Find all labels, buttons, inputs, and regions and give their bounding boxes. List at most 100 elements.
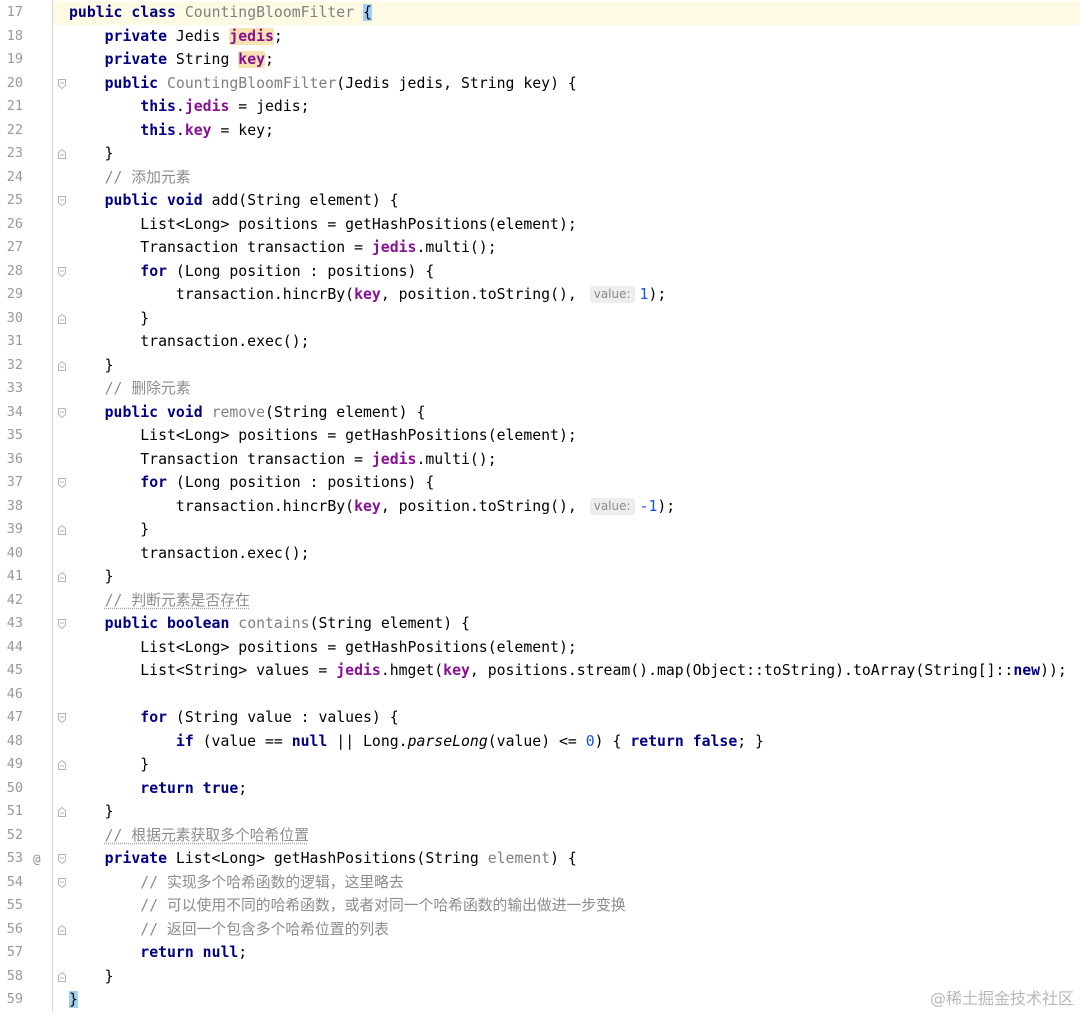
keyword-token[interactable]: boolean — [167, 615, 229, 632]
field-token[interactable]: jedis — [372, 451, 417, 468]
code-text[interactable]: . — [176, 98, 185, 115]
code-text[interactable]: } — [69, 803, 114, 820]
code-text[interactable]: ; — [238, 780, 247, 797]
code-line[interactable]: private List<Long> getHashPositions(Stri… — [69, 847, 577, 871]
code-text[interactable] — [69, 827, 105, 844]
code-line[interactable]: return true; — [69, 777, 247, 801]
code-text[interactable]: Jedis — [167, 28, 229, 45]
keyword-token[interactable]: this — [140, 122, 176, 139]
code-text[interactable]: add(String element) { — [203, 192, 399, 209]
keyword-token[interactable]: null — [203, 944, 239, 961]
code-text[interactable]: (String element) { — [265, 404, 425, 421]
comment-token[interactable]: // 返回一个包含多个哈希位置的列表 — [140, 921, 389, 938]
code-text[interactable] — [69, 404, 105, 421]
fold-end-icon[interactable] — [57, 360, 67, 372]
code-line[interactable]: // 可以使用不同的哈希函数，或者对同一个哈希函数的输出做进一步变换 — [69, 894, 625, 918]
code-line[interactable]: } — [69, 142, 114, 166]
code-line[interactable]: } — [69, 354, 114, 378]
field-token[interactable]: jedis — [336, 662, 381, 679]
number-literal-token[interactable]: -1 — [640, 498, 658, 515]
flagged-comment-token[interactable]: // 判断元素是否存在 — [105, 592, 250, 609]
code-line[interactable]: } — [69, 988, 78, 1012]
keyword-token[interactable]: return — [630, 733, 683, 750]
code-line[interactable]: Transaction transaction = jedis.multi(); — [69, 236, 496, 260]
fold-end-icon[interactable] — [57, 759, 67, 771]
code-line[interactable]: transaction.hincrBy(key, position.toStri… — [69, 283, 666, 307]
keyword-token[interactable]: private — [105, 28, 167, 45]
keyword-token[interactable]: public — [69, 4, 122, 21]
code-text[interactable]: } — [69, 568, 114, 585]
code-line[interactable]: List<String> values = jedis.hmget(key, p… — [69, 659, 1067, 683]
code-text[interactable]: } — [69, 357, 114, 374]
matched-brace-token[interactable]: { — [363, 4, 372, 21]
code-line[interactable]: public void remove(String element) { — [69, 401, 426, 425]
code-line[interactable]: // 添加元素 — [69, 166, 191, 190]
code-text[interactable] — [69, 474, 140, 491]
code-text[interactable]: } — [69, 756, 149, 773]
code-text[interactable]: ; — [238, 944, 247, 961]
code-text[interactable] — [158, 615, 167, 632]
code-editor[interactable]: 17 public class CountingBloomFilter {18 p… — [0, 0, 1080, 1012]
code-line[interactable]: transaction.exec(); — [69, 330, 309, 354]
code-text[interactable] — [69, 615, 105, 632]
fold-end-icon[interactable] — [57, 524, 67, 536]
keyword-token[interactable]: void — [167, 192, 203, 209]
unused-symbol-token[interactable]: remove — [212, 404, 265, 421]
fold-end-icon[interactable] — [57, 148, 67, 160]
code-line[interactable]: return null; — [69, 941, 247, 965]
code-text[interactable] — [69, 51, 105, 68]
unused-symbol-token[interactable]: CountingBloomFilter — [167, 75, 336, 92]
code-line[interactable]: this.jedis = jedis; — [69, 95, 309, 119]
code-text[interactable]: . — [176, 122, 185, 139]
code-text[interactable]: || Long. — [327, 733, 407, 750]
fold-start-icon[interactable] — [57, 853, 67, 865]
code-text[interactable]: transaction.exec(); — [69, 545, 309, 562]
field-token[interactable]: jedis — [372, 239, 417, 256]
fold-end-icon[interactable] — [57, 924, 67, 936]
keyword-token[interactable]: for — [140, 474, 167, 491]
fold-start-icon[interactable] — [57, 618, 67, 630]
code-line[interactable]: List<Long> positions = getHashPositions(… — [69, 636, 577, 660]
field-token[interactable]: key — [185, 122, 212, 139]
code-line[interactable]: transaction.exec(); — [69, 542, 309, 566]
code-line[interactable]: List<Long> positions = getHashPositions(… — [69, 213, 577, 237]
fold-end-icon[interactable] — [57, 313, 67, 325]
fold-end-icon[interactable] — [57, 971, 67, 983]
keyword-token[interactable]: return — [140, 944, 193, 961]
code-text[interactable]: } — [69, 145, 114, 162]
unused-symbol-token[interactable]: CountingBloomFilter — [185, 4, 354, 21]
fold-start-icon[interactable] — [57, 712, 67, 724]
comment-token[interactable]: // 删除元素 — [105, 380, 191, 397]
code-text[interactable]: (Jedis jedis, String key) { — [336, 75, 577, 92]
fold-end-icon[interactable] — [57, 571, 67, 583]
keyword-token[interactable]: null — [292, 733, 328, 750]
code-text[interactable]: , positions.stream().map(Object::toStrin… — [470, 662, 1013, 679]
fold-start-icon[interactable] — [57, 266, 67, 278]
comment-token[interactable]: // 添加元素 — [105, 169, 191, 186]
code-line[interactable]: for (Long position : positions) { — [69, 471, 434, 495]
code-line[interactable]: public CountingBloomFilter(Jedis jedis, … — [69, 72, 577, 96]
code-text[interactable]: .hmget( — [381, 662, 443, 679]
code-text[interactable]: ; } — [737, 733, 764, 750]
code-text[interactable] — [69, 122, 140, 139]
code-text[interactable] — [229, 615, 238, 632]
matched-brace-token[interactable]: } — [69, 991, 78, 1008]
code-text[interactable]: ; — [274, 28, 283, 45]
code-text[interactable]: List<Long> positions = getHashPositions(… — [69, 216, 577, 233]
code-text[interactable]: = key; — [212, 122, 273, 139]
flagged-comment-token[interactable]: // 根据元素获取多个哈希位置 — [105, 827, 309, 844]
code-text[interactable]: (Long position : positions) { — [167, 474, 434, 491]
code-line[interactable]: } — [69, 518, 149, 542]
field-token[interactable]: key — [354, 286, 381, 303]
fold-start-icon[interactable] — [57, 477, 67, 489]
code-text[interactable]: , position.toString(), — [381, 498, 586, 515]
code-line[interactable]: private String key; — [69, 48, 274, 72]
code-text[interactable] — [69, 380, 105, 397]
code-text[interactable]: transaction.hincrBy( — [69, 498, 354, 515]
keyword-token[interactable]: class — [131, 4, 176, 21]
keyword-token[interactable]: private — [105, 850, 167, 867]
code-text[interactable]: ; — [265, 51, 274, 68]
fold-start-icon[interactable] — [57, 195, 67, 207]
code-text[interactable] — [69, 98, 140, 115]
code-text[interactable]: ); — [657, 498, 675, 515]
